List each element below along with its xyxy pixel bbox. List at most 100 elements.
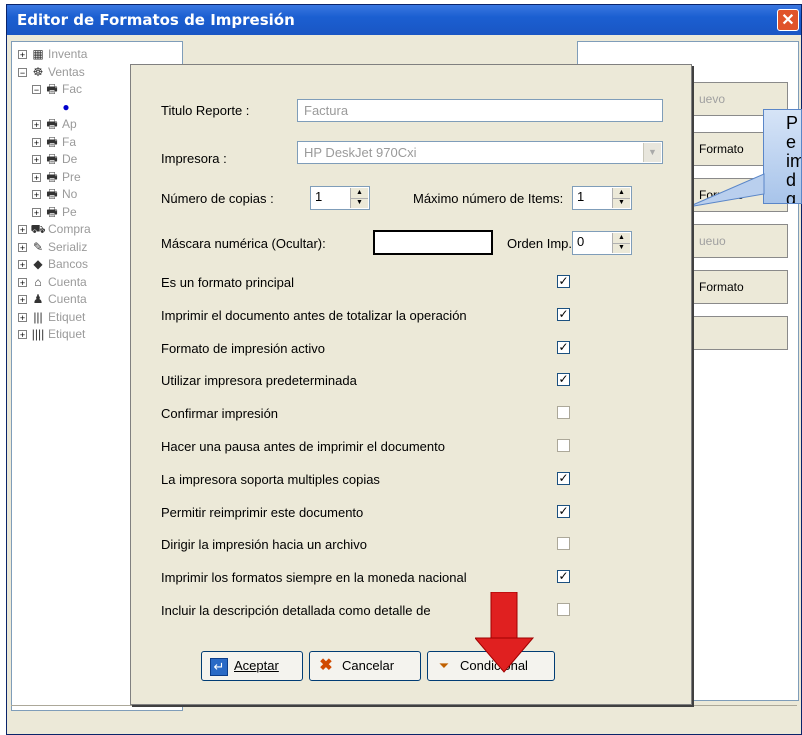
impresora-label: Impresora :	[161, 151, 227, 166]
cancelar-label: Cancelar	[342, 658, 395, 673]
printer-icon: 🖶	[46, 117, 58, 131]
option-label: Utilizar impresora predeterminada	[161, 373, 357, 389]
close-icon: ✕	[781, 12, 795, 29]
action-button-4[interactable]: ueuo	[688, 224, 788, 258]
copias-value: 1	[315, 189, 323, 204]
collapse-icon[interactable]: −	[18, 67, 27, 77]
spin-down-icon[interactable]: ▼	[613, 243, 630, 253]
max-items-value: 1	[577, 189, 585, 204]
expand-icon[interactable]: +	[32, 190, 41, 200]
expand-icon[interactable]: +	[32, 172, 41, 182]
option-label: Incluir la descripción detallada como de…	[161, 603, 431, 618]
inventory-icon: ▦	[32, 47, 44, 61]
bank-icon: ◆	[33, 257, 43, 271]
option-checkbox[interactable]	[557, 537, 570, 551]
option-checkbox[interactable]: ✓	[557, 307, 570, 321]
format-dialog: Titulo Reporte : Factura Impresora : HP …	[130, 64, 692, 705]
spin-down-icon[interactable]: ▼	[613, 198, 630, 208]
orden-label: Orden Imp. :	[507, 236, 580, 251]
spin-down-icon[interactable]: ▼	[351, 198, 368, 208]
callout-line: P	[786, 113, 799, 133]
callout-pointer	[687, 173, 765, 208]
copias-stepper[interactable]: 1 ▲ ▼	[310, 186, 370, 210]
title-bar: Editor de Formatos de Impresión ✕	[7, 5, 801, 35]
enter-icon: ↵	[210, 658, 228, 676]
callout-line: g	[786, 189, 797, 204]
max-items-stepper[interactable]: 1 ▲ ▼	[572, 186, 632, 210]
max-items-spin-buttons[interactable]: ▲ ▼	[612, 188, 630, 208]
expand-icon[interactable]: +	[32, 207, 41, 217]
handshake-icon: ☸	[32, 64, 44, 79]
tree-item-label: Etiquet	[48, 309, 86, 324]
status-bar	[11, 705, 797, 730]
expand-icon[interactable]: +	[32, 137, 41, 147]
option-checkbox[interactable]	[557, 439, 570, 452]
printer-icon: 🖶	[46, 204, 58, 219]
option-row: Confirmar impresión	[161, 404, 581, 424]
option-checkbox[interactable]	[557, 406, 570, 420]
printer-icon: 🖶	[46, 187, 58, 201]
orden-spin-buttons[interactable]: ▲ ▼	[612, 233, 630, 253]
close-button[interactable]: ✕	[777, 9, 799, 31]
tree-item-label: De	[62, 152, 78, 166]
tree-item-label: Etiquet	[48, 327, 86, 341]
barcode-icon: |||	[33, 309, 43, 324]
option-checkbox[interactable]: ✓	[557, 275, 570, 288]
max-items-label: Máximo número de Items:	[413, 191, 564, 206]
accounts-icon: ⌂	[34, 274, 42, 289]
collapse-icon[interactable]: −	[32, 85, 41, 95]
impresora-select[interactable]: HP DeskJet 970Cxi ▼	[297, 141, 663, 164]
tree-item-label: Compra	[48, 222, 91, 236]
option-row: Utilizar impresora predeterminada ✓	[161, 371, 581, 391]
option-label: Dirigir la impresión hacia un archivo	[161, 537, 367, 553]
expand-icon[interactable]: +	[32, 155, 41, 165]
printer-icon: 🖶	[46, 169, 58, 184]
option-row: Es un formato principal ✓	[161, 273, 581, 293]
expand-icon[interactable]: +	[32, 120, 41, 130]
copias-spin-buttons[interactable]: ▲ ▼	[350, 188, 368, 208]
option-checkbox[interactable]	[557, 603, 570, 616]
option-checkbox[interactable]: ✓	[557, 340, 570, 354]
option-label: Imprimir los formatos siempre en la mone…	[161, 570, 467, 586]
barcode-icon: ||||	[31, 327, 45, 341]
tree-item-label: Fa	[62, 134, 77, 149]
expand-icon[interactable]: +	[18, 312, 27, 322]
printer-icon: 🖶	[46, 82, 58, 96]
tree-item-label: Ap	[62, 117, 77, 131]
tree-item-label: Cuenta	[48, 274, 87, 289]
formato-button-3[interactable]: Formato	[688, 270, 788, 304]
option-checkbox[interactable]: ✓	[557, 471, 570, 485]
truck-icon: ⛟	[30, 222, 46, 236]
expand-icon[interactable]: +	[18, 330, 27, 340]
expand-icon[interactable]: +	[18, 277, 27, 287]
option-row: Hacer una pausa antes de imprimir el doc…	[161, 437, 581, 457]
action-button-6[interactable]	[688, 316, 788, 350]
expand-icon[interactable]: +	[18, 295, 27, 305]
cancelar-button[interactable]: ✖ Cancelar	[309, 651, 421, 681]
option-row: La impresora soporta multiples copias ✓	[161, 470, 581, 490]
tree-item-label: Ventas	[48, 64, 85, 79]
tree-item-label: No	[62, 187, 78, 201]
expand-icon[interactable]: +	[18, 260, 27, 270]
tag-icon: ✎	[32, 239, 44, 254]
expand-icon[interactable]: +	[18, 242, 27, 252]
callout-line: im	[786, 151, 801, 171]
filter-icon: ⏷	[438, 658, 450, 673]
option-checkbox[interactable]: ✓	[557, 504, 570, 518]
aceptar-button[interactable]: ↵ Aceptar	[201, 651, 303, 681]
mascara-field[interactable]	[373, 230, 493, 255]
expand-icon[interactable]: +	[18, 225, 27, 235]
chevron-down-icon[interactable]: ▼	[643, 143, 661, 162]
option-checkbox[interactable]: ✓	[557, 570, 570, 584]
orden-stepper[interactable]: 0 ▲ ▼	[572, 231, 632, 255]
tree-item-label: Pre	[62, 169, 81, 184]
option-checkbox[interactable]: ✓	[557, 373, 570, 387]
expand-icon[interactable]: +	[18, 50, 27, 60]
bullet-icon: ●	[62, 99, 70, 114]
titulo-field[interactable]: Factura	[297, 99, 663, 122]
option-row: Imprimir los formatos siempre en la mone…	[161, 568, 581, 588]
tree-item-label: Bancos	[48, 257, 89, 271]
callout-line: d	[786, 170, 797, 190]
window-title: Editor de Formatos de Impresión	[17, 11, 295, 29]
users-icon: ♟	[32, 292, 44, 306]
